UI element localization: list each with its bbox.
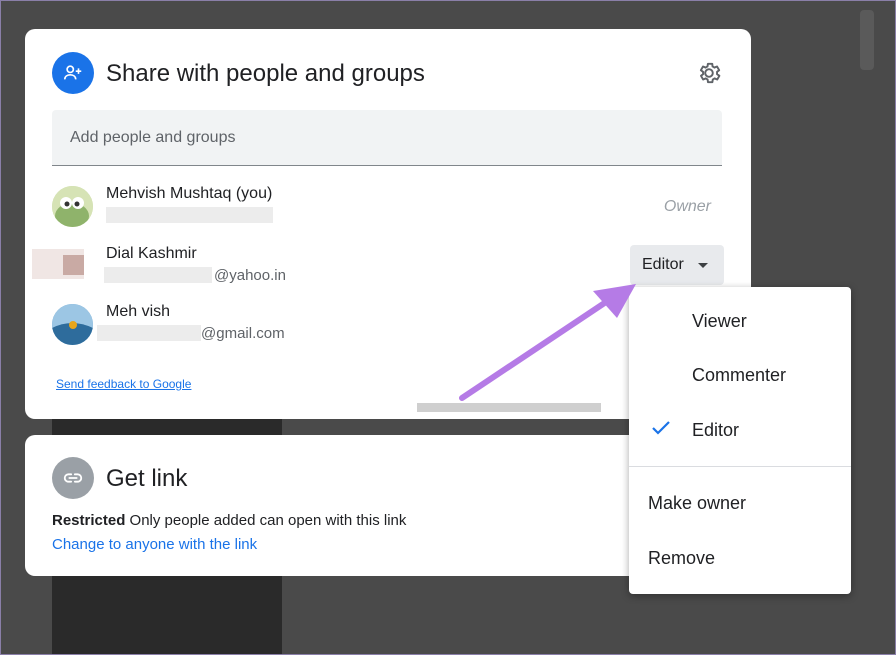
redacted-email xyxy=(97,325,201,341)
person-name: Dial Kashmir xyxy=(106,245,197,262)
redacted-email xyxy=(104,267,212,283)
restricted-label: Restricted xyxy=(52,512,126,529)
owner-role-label: Owner xyxy=(663,198,711,215)
menu-item-label: Remove xyxy=(648,547,716,568)
get-link-panel: Get link Restricted Only people added ca… xyxy=(25,435,645,576)
person-email: @gmail.com xyxy=(201,325,285,342)
redacted-email xyxy=(106,207,273,223)
avatar xyxy=(52,186,93,227)
role-dropdown-label: Editor xyxy=(642,256,684,273)
menu-item-viewer[interactable]: Viewer xyxy=(629,297,851,345)
restricted-description: Only people added can open with this lin… xyxy=(125,512,407,529)
horizontal-scrollbar[interactable] xyxy=(417,403,601,412)
check-icon xyxy=(651,420,671,441)
person-row-owner: Mehvish Mushtaq (you) Owner xyxy=(25,179,751,235)
menu-item-label: Viewer xyxy=(692,310,747,331)
menu-item-commenter[interactable]: Commenter xyxy=(629,351,851,399)
menu-item-label: Editor xyxy=(692,419,740,440)
add-people-input[interactable] xyxy=(52,110,722,166)
link-icon xyxy=(52,457,94,499)
person-email: @yahoo.in xyxy=(214,267,286,284)
avatar xyxy=(32,249,84,279)
background-scrollbar xyxy=(860,10,874,70)
menu-item-remove[interactable]: Remove xyxy=(629,534,851,582)
get-link-title: Get link xyxy=(106,465,188,492)
gear-icon[interactable] xyxy=(696,60,722,86)
restricted-info: Restricted Only people added can open wi… xyxy=(52,512,406,529)
role-dropdown-button[interactable]: Editor xyxy=(630,245,724,285)
menu-item-label: Commenter xyxy=(692,364,787,385)
avatar xyxy=(52,304,93,345)
menu-item-editor[interactable]: Editor xyxy=(629,406,851,454)
person-name: Mehvish Mushtaq (you) xyxy=(106,185,273,202)
change-access-link[interactable]: Change to anyone with the link xyxy=(52,536,257,553)
send-feedback-link[interactable]: Send feedback to Google xyxy=(56,377,191,391)
share-title: Share with people and groups xyxy=(106,60,425,87)
person-add-icon xyxy=(52,52,94,94)
menu-divider xyxy=(629,466,851,467)
person-name: Meh vish xyxy=(106,303,171,320)
chevron-down-icon xyxy=(697,262,708,268)
menu-item-label: Make owner xyxy=(648,492,747,513)
role-menu: Viewer Commenter Editor Make owner Remov… xyxy=(629,287,851,594)
menu-item-make-owner[interactable]: Make owner xyxy=(629,479,851,527)
